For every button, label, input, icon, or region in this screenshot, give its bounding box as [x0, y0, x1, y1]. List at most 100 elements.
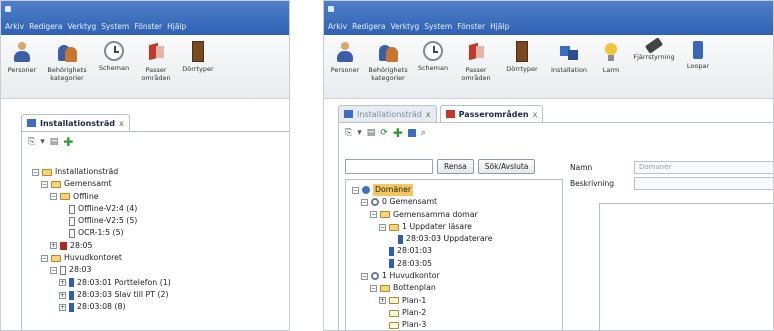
- delete-icon[interactable]: ▤: [50, 137, 59, 147]
- filter-icon[interactable]: ⎘: [28, 137, 35, 147]
- menu-hjalp[interactable]: Hjälp: [167, 22, 186, 31]
- collapse-icon[interactable]: −: [41, 254, 48, 262]
- tree-node-label: 1 Uppdater läsare: [402, 221, 472, 231]
- close-icon[interactable]: x: [426, 110, 431, 119]
- collapse-icon[interactable]: −: [32, 168, 39, 176]
- collapse-icon[interactable]: −: [361, 198, 368, 206]
- tree-node[interactable]: − 28:03: [32, 264, 171, 276]
- scheman-button[interactable]: Scheman: [412, 41, 454, 72]
- tree-node[interactable]: Offline-V2:4 (4): [32, 203, 171, 215]
- expand-icon[interactable]: +: [59, 303, 66, 311]
- menu-system[interactable]: System: [101, 22, 129, 31]
- tree-node[interactable]: OCR-1:5 (5): [32, 227, 171, 239]
- tree-node[interactable]: 28:03:03 Uppdaterare: [352, 233, 493, 245]
- tree-node[interactable]: +28:05: [32, 240, 171, 252]
- description-field[interactable]: [634, 176, 773, 190]
- collapse-icon[interactable]: −: [41, 180, 48, 188]
- tree-node-label: 28:03:03 Uppdaterare: [406, 234, 493, 244]
- menu-hjalp[interactable]: Hjälp: [490, 22, 509, 31]
- sok-avsluta-button[interactable]: Sök/Avsluta: [477, 159, 536, 174]
- edit-icon[interactable]: [407, 129, 416, 137]
- dorrtyper-button[interactable]: Dörrtyper: [177, 41, 219, 73]
- delete-icon[interactable]: ▤: [367, 128, 376, 138]
- tree-node[interactable]: Plan-2: [352, 307, 493, 319]
- tab-installationstrad[interactable]: Installationsträd x: [21, 114, 130, 131]
- app-icon: [5, 6, 11, 12]
- scheman-button[interactable]: Scheman: [93, 41, 135, 72]
- tree-node[interactable]: Offline-V2:5 (5): [32, 215, 171, 227]
- larm-button[interactable]: Larm: [592, 41, 630, 74]
- fjarrstyrning-button[interactable]: Fjärrstyrning: [630, 37, 678, 61]
- passer-omraden-button[interactable]: Passer områden: [135, 41, 177, 82]
- expand-icon[interactable]: +: [59, 279, 66, 287]
- menu-redigera[interactable]: Redigera: [352, 22, 385, 31]
- search-icon[interactable]: ⌕: [421, 128, 426, 138]
- search-input[interactable]: [345, 159, 433, 174]
- tree-node[interactable]: − Gemensamma domar: [352, 209, 493, 221]
- tree-node[interactable]: − 1 Uppdater läsare: [352, 221, 493, 233]
- menu-redigera[interactable]: Redigera: [29, 22, 62, 31]
- menu-verktyg[interactable]: Verktyg: [67, 22, 96, 31]
- personer-button[interactable]: Personer: [326, 41, 364, 74]
- tree-node[interactable]: − 0 Gemensamt: [352, 196, 493, 208]
- tree-node-label: Plan-2: [402, 307, 427, 317]
- behorighets-kategorier-button[interactable]: Behörighets kategorier: [41, 41, 93, 82]
- tree-node[interactable]: − Gemensamt: [32, 178, 171, 190]
- behorighets-kategorier-button[interactable]: Behörighets kategorier: [364, 41, 412, 82]
- add-icon[interactable]: ✚: [393, 126, 403, 140]
- menu-verktyg[interactable]: Verktyg: [390, 22, 419, 31]
- collapse-icon[interactable]: −: [352, 186, 359, 194]
- tool-label: Personer: [7, 66, 37, 74]
- refresh-icon[interactable]: ⟳: [380, 128, 388, 138]
- collapse-icon[interactable]: −: [370, 211, 377, 219]
- loopar-button[interactable]: Loopar: [678, 41, 718, 70]
- tool-label: Passer områden: [141, 66, 171, 82]
- tree-node[interactable]: − Bottenplan: [352, 282, 493, 294]
- menu-arkiv[interactable]: Arkiv: [5, 22, 24, 31]
- tree-node[interactable]: 28:01:03: [352, 245, 493, 257]
- collapse-icon[interactable]: −: [50, 193, 57, 201]
- tree-node-label: 28:05: [70, 240, 93, 250]
- tree-node[interactable]: Plan-3: [352, 319, 493, 330]
- tree-node[interactable]: − Offline: [32, 191, 171, 203]
- close-icon[interactable]: x: [533, 110, 538, 119]
- expand-icon[interactable]: +: [379, 297, 386, 305]
- collapse-icon[interactable]: −: [361, 272, 368, 280]
- tool-label: Behörighets kategorier: [368, 66, 408, 82]
- rensa-button[interactable]: Rensa: [437, 159, 474, 174]
- tree-node[interactable]: 28:03:05: [352, 258, 493, 270]
- collapse-icon[interactable]: −: [370, 285, 377, 293]
- passer-omraden-button[interactable]: Passer områden: [454, 41, 498, 82]
- file-icon: [60, 266, 66, 276]
- name-field[interactable]: Domaner: [634, 160, 773, 174]
- dropdown-icon[interactable]: ▾: [40, 137, 45, 147]
- tree-node[interactable]: +28:03:08 (8): [32, 301, 171, 313]
- menu-system[interactable]: System: [424, 22, 452, 31]
- tree-node[interactable]: +28:03:01 Porttelefon (1): [32, 277, 171, 289]
- tab-passeromraden[interactable]: Passerområden x: [439, 105, 544, 122]
- close-icon[interactable]: x: [119, 119, 124, 128]
- tree-node[interactable]: − 1 Huvudkontor: [352, 270, 493, 282]
- details-area[interactable]: [599, 203, 773, 330]
- dorrtyper-button[interactable]: Dörrtyper: [498, 41, 546, 73]
- expand-icon[interactable]: +: [50, 242, 57, 250]
- add-icon[interactable]: ✚: [63, 135, 73, 149]
- menu-arkiv[interactable]: Arkiv: [328, 22, 347, 31]
- tree-node[interactable]: − Installationsträd: [32, 166, 171, 178]
- personer-button[interactable]: Personer: [3, 41, 41, 74]
- tree-node[interactable]: + Plan-1: [352, 295, 493, 307]
- collapse-icon[interactable]: −: [50, 267, 57, 275]
- filter-icon[interactable]: ⎘: [345, 128, 352, 138]
- expand-icon[interactable]: +: [59, 291, 66, 299]
- tool-label: Scheman: [98, 64, 130, 72]
- tree-node[interactable]: − Huvudkontoret: [32, 252, 171, 264]
- installation-button[interactable]: Installation: [546, 41, 592, 74]
- title-menu-bar: Arkiv Redigera Verktyg System Fönster Hj…: [324, 1, 773, 35]
- tree-node[interactable]: − Domäner: [352, 184, 493, 197]
- tree-node[interactable]: +28:03:03 Slav till PT (2): [32, 289, 171, 301]
- tab-installationstrad[interactable]: Installationsträd x: [338, 105, 437, 122]
- dropdown-icon[interactable]: ▾: [357, 128, 362, 138]
- collapse-icon[interactable]: −: [379, 223, 386, 231]
- menu-fonster[interactable]: Fönster: [457, 22, 485, 31]
- menu-fonster[interactable]: Fönster: [134, 22, 162, 31]
